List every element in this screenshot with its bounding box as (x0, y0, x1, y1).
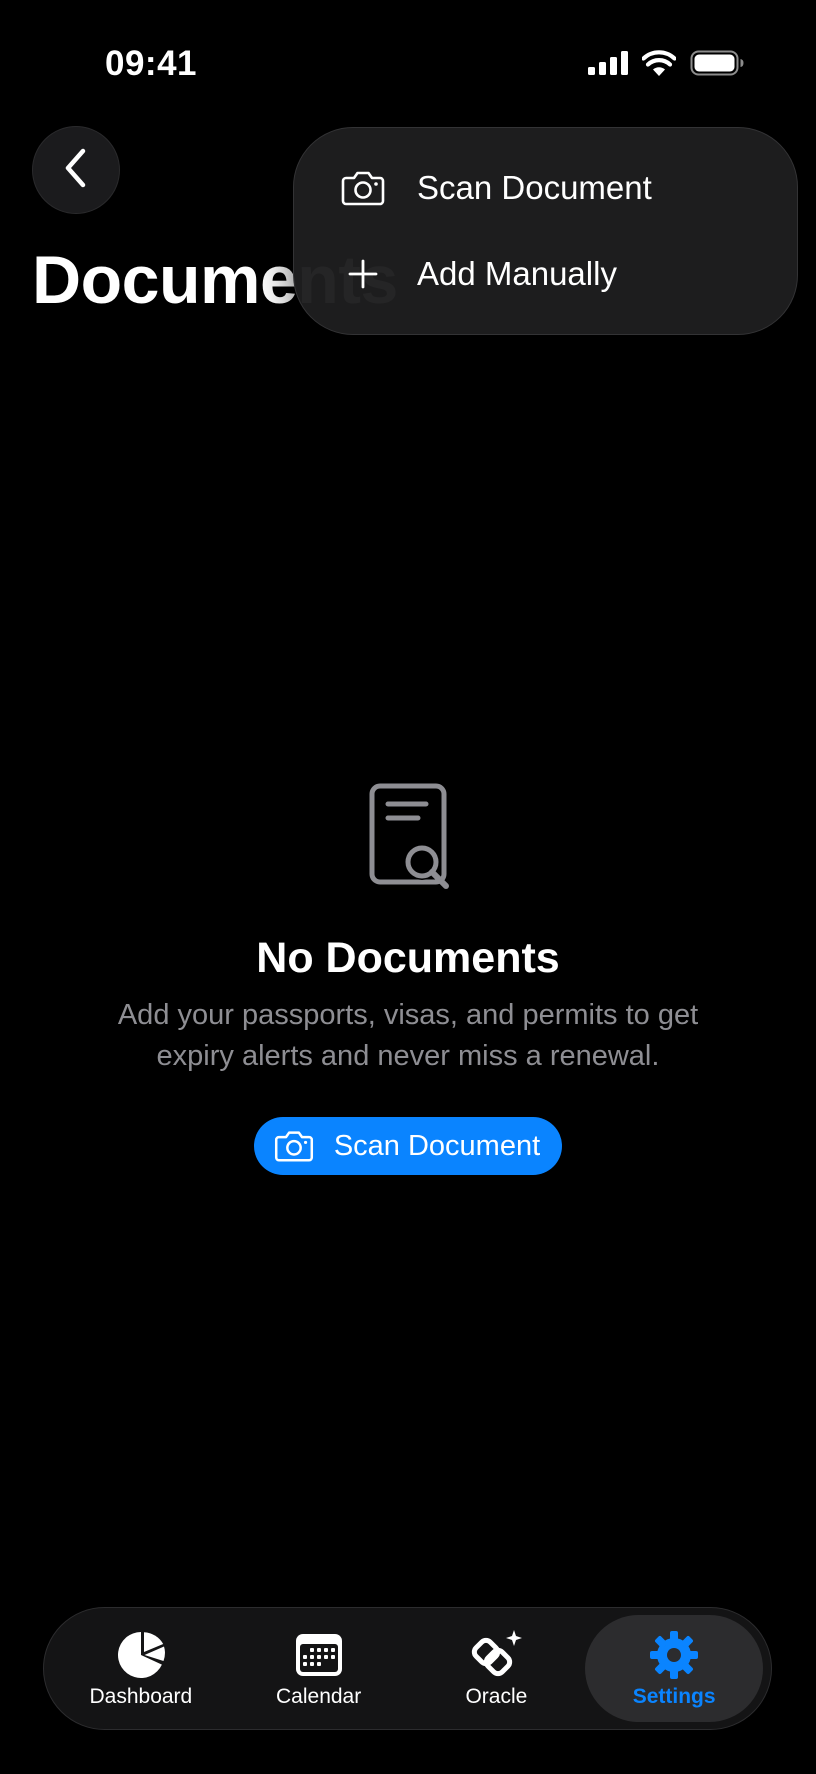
tab-label: Dashboard (89, 1684, 193, 1708)
empty-state-title: No Documents (256, 934, 560, 982)
wifi-icon (642, 50, 676, 76)
tab-dashboard[interactable]: Dashboard (52, 1615, 230, 1722)
pie-chart-icon (116, 1629, 166, 1681)
menu-item-label: Add Manually (417, 255, 617, 292)
tab-bar: Dashboard Calendar Oracle Settings (43, 1607, 772, 1730)
status-icons (588, 50, 744, 76)
scan-document-button-label: Scan Document (333, 1129, 541, 1162)
cellular-signal-icon (588, 51, 628, 75)
menu-item-scan-document[interactable]: Scan Document (341, 158, 652, 218)
tab-settings[interactable]: Settings (585, 1615, 763, 1722)
tab-label: Settings (632, 1684, 716, 1708)
camera-icon (274, 1130, 314, 1162)
empty-state: No Documents Add your passports, visas, … (0, 780, 816, 1175)
oracle-sparkle-icon (468, 1629, 524, 1681)
gear-icon (649, 1629, 699, 1681)
scan-document-button[interactable]: Scan Document (253, 1117, 563, 1175)
status-time: 09:41 (105, 44, 198, 83)
camera-icon (341, 166, 385, 210)
calendar-icon (295, 1629, 343, 1681)
menu-item-add-manually[interactable]: Add Manually (341, 244, 617, 304)
tab-label: Calendar (276, 1684, 362, 1708)
menu-item-label: Scan Document (417, 169, 652, 206)
plus-icon (341, 252, 385, 296)
chevron-left-icon (61, 147, 91, 194)
back-button[interactable] (32, 126, 120, 214)
empty-state-description: Add your passports, visas, and permits t… (117, 999, 699, 1072)
battery-icon (690, 50, 744, 76)
tab-calendar[interactable]: Calendar (230, 1615, 408, 1722)
document-search-icon (369, 783, 449, 889)
tab-label: Oracle (465, 1684, 528, 1708)
tab-oracle[interactable]: Oracle (408, 1615, 586, 1722)
